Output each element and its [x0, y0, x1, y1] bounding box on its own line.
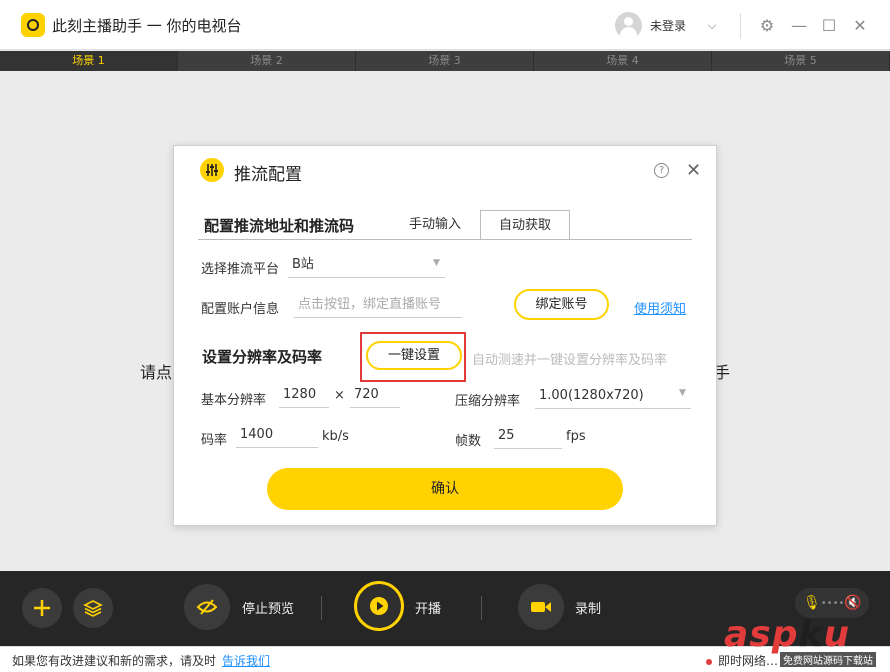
avatar[interactable] [615, 12, 642, 39]
confirm-button[interactable]: 确认 [267, 468, 623, 510]
watermark-subtext: 免费网站源码下载站 [780, 652, 876, 667]
status-dot-icon [706, 659, 712, 665]
watermark-text-a: asp [724, 614, 799, 655]
bitrate-label: 码率 [201, 433, 228, 448]
dropdown-arrow-icon[interactable]: ▼ [433, 258, 440, 268]
scene-tabs: 场景 1 场景 2 场景 3 场景 4 场景 5 [0, 51, 890, 71]
layers-button[interactable] [73, 588, 113, 628]
speaker-mute-icon[interactable]: 🔇 [844, 595, 861, 611]
section-resolution-title: 设置分辨率及码率 [202, 348, 323, 366]
divider [321, 596, 322, 620]
background-text-left: 请点 [140, 363, 173, 382]
tab-scene-5[interactable]: 场景 5 [712, 51, 890, 71]
highlight-box [360, 332, 466, 382]
stream-config-dialog: 推流配置 ? ✕ 配置推流地址和推流码 手动输入 自动获取 选择推流平台 B站 … [173, 145, 717, 526]
start-live-label: 开播 [415, 602, 442, 617]
play-icon [370, 597, 388, 615]
base-resolution-label: 基本分辨率 [201, 393, 267, 408]
layers-icon [83, 600, 103, 617]
record-button[interactable] [518, 584, 564, 630]
stop-preview-label: 停止预览 [242, 602, 295, 617]
microphone-icon[interactable]: 🎙 [803, 595, 821, 611]
usage-link[interactable]: 使用须知 [634, 298, 686, 317]
account-placeholder: 点击按钮，绑定直播账号 [298, 297, 442, 312]
eye-off-icon [196, 599, 218, 615]
start-live-button[interactable] [354, 581, 404, 631]
network-status-text: 即时网络… [718, 654, 779, 668]
compress-label: 压缩分辨率 [455, 394, 521, 409]
app-logo-icon [21, 13, 45, 37]
bitrate-input[interactable]: 1400 [236, 424, 318, 448]
app-title: 此刻主播助手 一 你的电视台 [52, 17, 242, 35]
fps-input[interactable]: 25 [494, 425, 562, 449]
platform-select[interactable]: B站 [288, 254, 445, 278]
tell-us-link[interactable]: 告诉我们 [222, 652, 270, 669]
tab-scene-3[interactable]: 场景 3 [356, 51, 534, 71]
base-height-input[interactable]: 720 [350, 384, 400, 408]
account-field[interactable]: 点击按钮，绑定直播账号 [294, 294, 462, 318]
close-window-icon[interactable]: ✕ [849, 14, 871, 36]
title-bar: 此刻主播助手 一 你的电视台 未登录 ⌵ ⚙ — ☐ ✕ [0, 0, 890, 50]
tab-scene-4[interactable]: 场景 4 [534, 51, 712, 71]
platform-label: 选择推流平台 [201, 262, 280, 277]
times-sign: × [334, 388, 345, 403]
maximize-icon[interactable]: ☐ [818, 14, 840, 36]
close-icon[interactable]: ✕ [686, 160, 701, 181]
dropdown-arrow-icon[interactable]: ▼ [679, 388, 686, 398]
minimize-icon[interactable]: — [788, 14, 810, 36]
account-label: 配置账户信息 [201, 302, 280, 317]
watermark-logo: aspku [724, 614, 850, 655]
sliders-icon [200, 158, 224, 182]
fps-label: 帧数 [455, 434, 482, 449]
section-stream-title: 配置推流地址和推流码 [204, 217, 355, 235]
camera-icon [531, 602, 551, 612]
stop-preview-button[interactable] [184, 584, 230, 630]
bitrate-unit: kb/s [322, 429, 349, 444]
feedback-message: 如果您有改进建议和新的需求，请及时 [12, 654, 217, 668]
record-label: 录制 [575, 602, 602, 617]
add-source-button[interactable] [22, 588, 62, 628]
dialog-title: 推流配置 [234, 165, 302, 185]
base-width-input[interactable]: 1280 [279, 384, 329, 408]
one-key-hint: 自动测速并一键设置分辨率及码率 [472, 353, 668, 368]
level-dots: •••• [820, 597, 845, 609]
compress-select[interactable]: 1.00(1280x720) [535, 385, 691, 409]
bind-account-button[interactable]: 绑定账号 [514, 289, 609, 320]
help-icon[interactable]: ? [654, 163, 669, 178]
divider [740, 13, 741, 39]
tab-scene-2[interactable]: 场景 2 [178, 51, 356, 71]
tab-auto-fetch[interactable]: 自动获取 [480, 210, 570, 240]
fps-unit: fps [566, 429, 586, 444]
platform-value: B站 [292, 257, 314, 272]
chevron-down-icon[interactable]: ⌵ [701, 14, 723, 36]
watermark-text-k: k [798, 614, 824, 655]
divider [481, 596, 482, 620]
tab-scene-1[interactable]: 场景 1 [0, 51, 178, 71]
tab-underline [198, 239, 692, 240]
gear-icon[interactable]: ⚙ [756, 14, 778, 36]
login-status[interactable]: 未登录 [650, 17, 686, 34]
plus-icon [34, 600, 50, 616]
watermark-text-b: u [823, 614, 851, 655]
tab-manual-input[interactable]: 手动输入 [396, 210, 474, 240]
compress-value: 1.00(1280x720) [539, 388, 644, 403]
